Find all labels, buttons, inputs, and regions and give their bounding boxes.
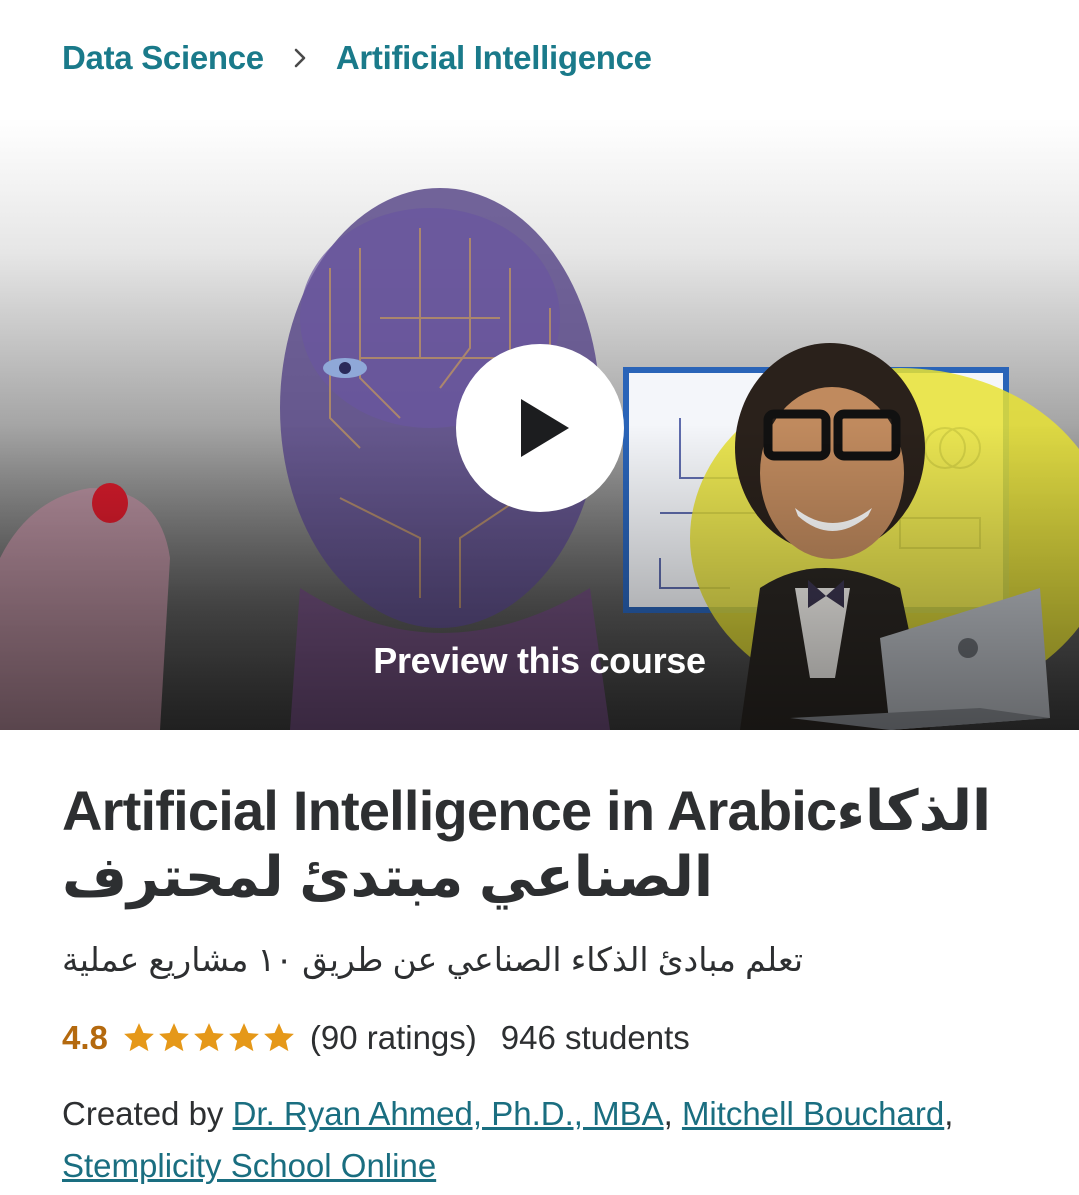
ratings-count[interactable]: (90 ratings) xyxy=(310,1019,477,1057)
breadcrumb-data-science[interactable]: Data Science xyxy=(62,39,264,77)
instructor-link-ryan-ahmed[interactable]: Dr. Ryan Ahmed, Ph.D., MBA xyxy=(233,1095,664,1132)
separator: , xyxy=(944,1095,954,1132)
star-icon xyxy=(229,1023,259,1052)
play-icon xyxy=(521,399,569,457)
star-rating xyxy=(122,1021,296,1055)
created-by: Created by Dr. Ryan Ahmed, Ph.D., MBA, M… xyxy=(62,1088,1052,1192)
course-preview-video[interactable]: Preview this course xyxy=(0,118,1079,730)
separator: , xyxy=(663,1095,682,1132)
star-icon xyxy=(159,1023,189,1052)
rating-value: 4.8 xyxy=(62,1019,108,1056)
preview-course-label: Preview this course xyxy=(373,640,706,681)
chevron-right-icon xyxy=(290,48,310,68)
course-subtitle: تعلم مبادئ الذكاء الصناعي عن طريق ١٠ مشا… xyxy=(62,941,804,978)
breadcrumb-artificial-intelligence[interactable]: Artificial Intelligence xyxy=(336,39,652,77)
breadcrumb: Data Science Artificial Intelligence xyxy=(62,36,652,80)
star-icon xyxy=(194,1023,224,1052)
course-title: Artificial Intelligence in Arabicالذكاء … xyxy=(62,778,1022,910)
created-by-label: Created by xyxy=(62,1095,233,1132)
star-icon xyxy=(264,1023,294,1052)
instructor-link-mitchell-bouchard[interactable]: Mitchell Bouchard xyxy=(682,1095,944,1132)
star-icon xyxy=(124,1023,154,1052)
rating-row: 4.8 (90 ratings) 946 students xyxy=(62,1016,690,1060)
course-title-en: Artificial Intelligence in Arabic xyxy=(62,779,837,842)
instructor-link-stemplicity[interactable]: Stemplicity School Online xyxy=(62,1147,436,1184)
student-count: 946 students xyxy=(500,1019,690,1056)
play-button[interactable] xyxy=(456,344,624,512)
